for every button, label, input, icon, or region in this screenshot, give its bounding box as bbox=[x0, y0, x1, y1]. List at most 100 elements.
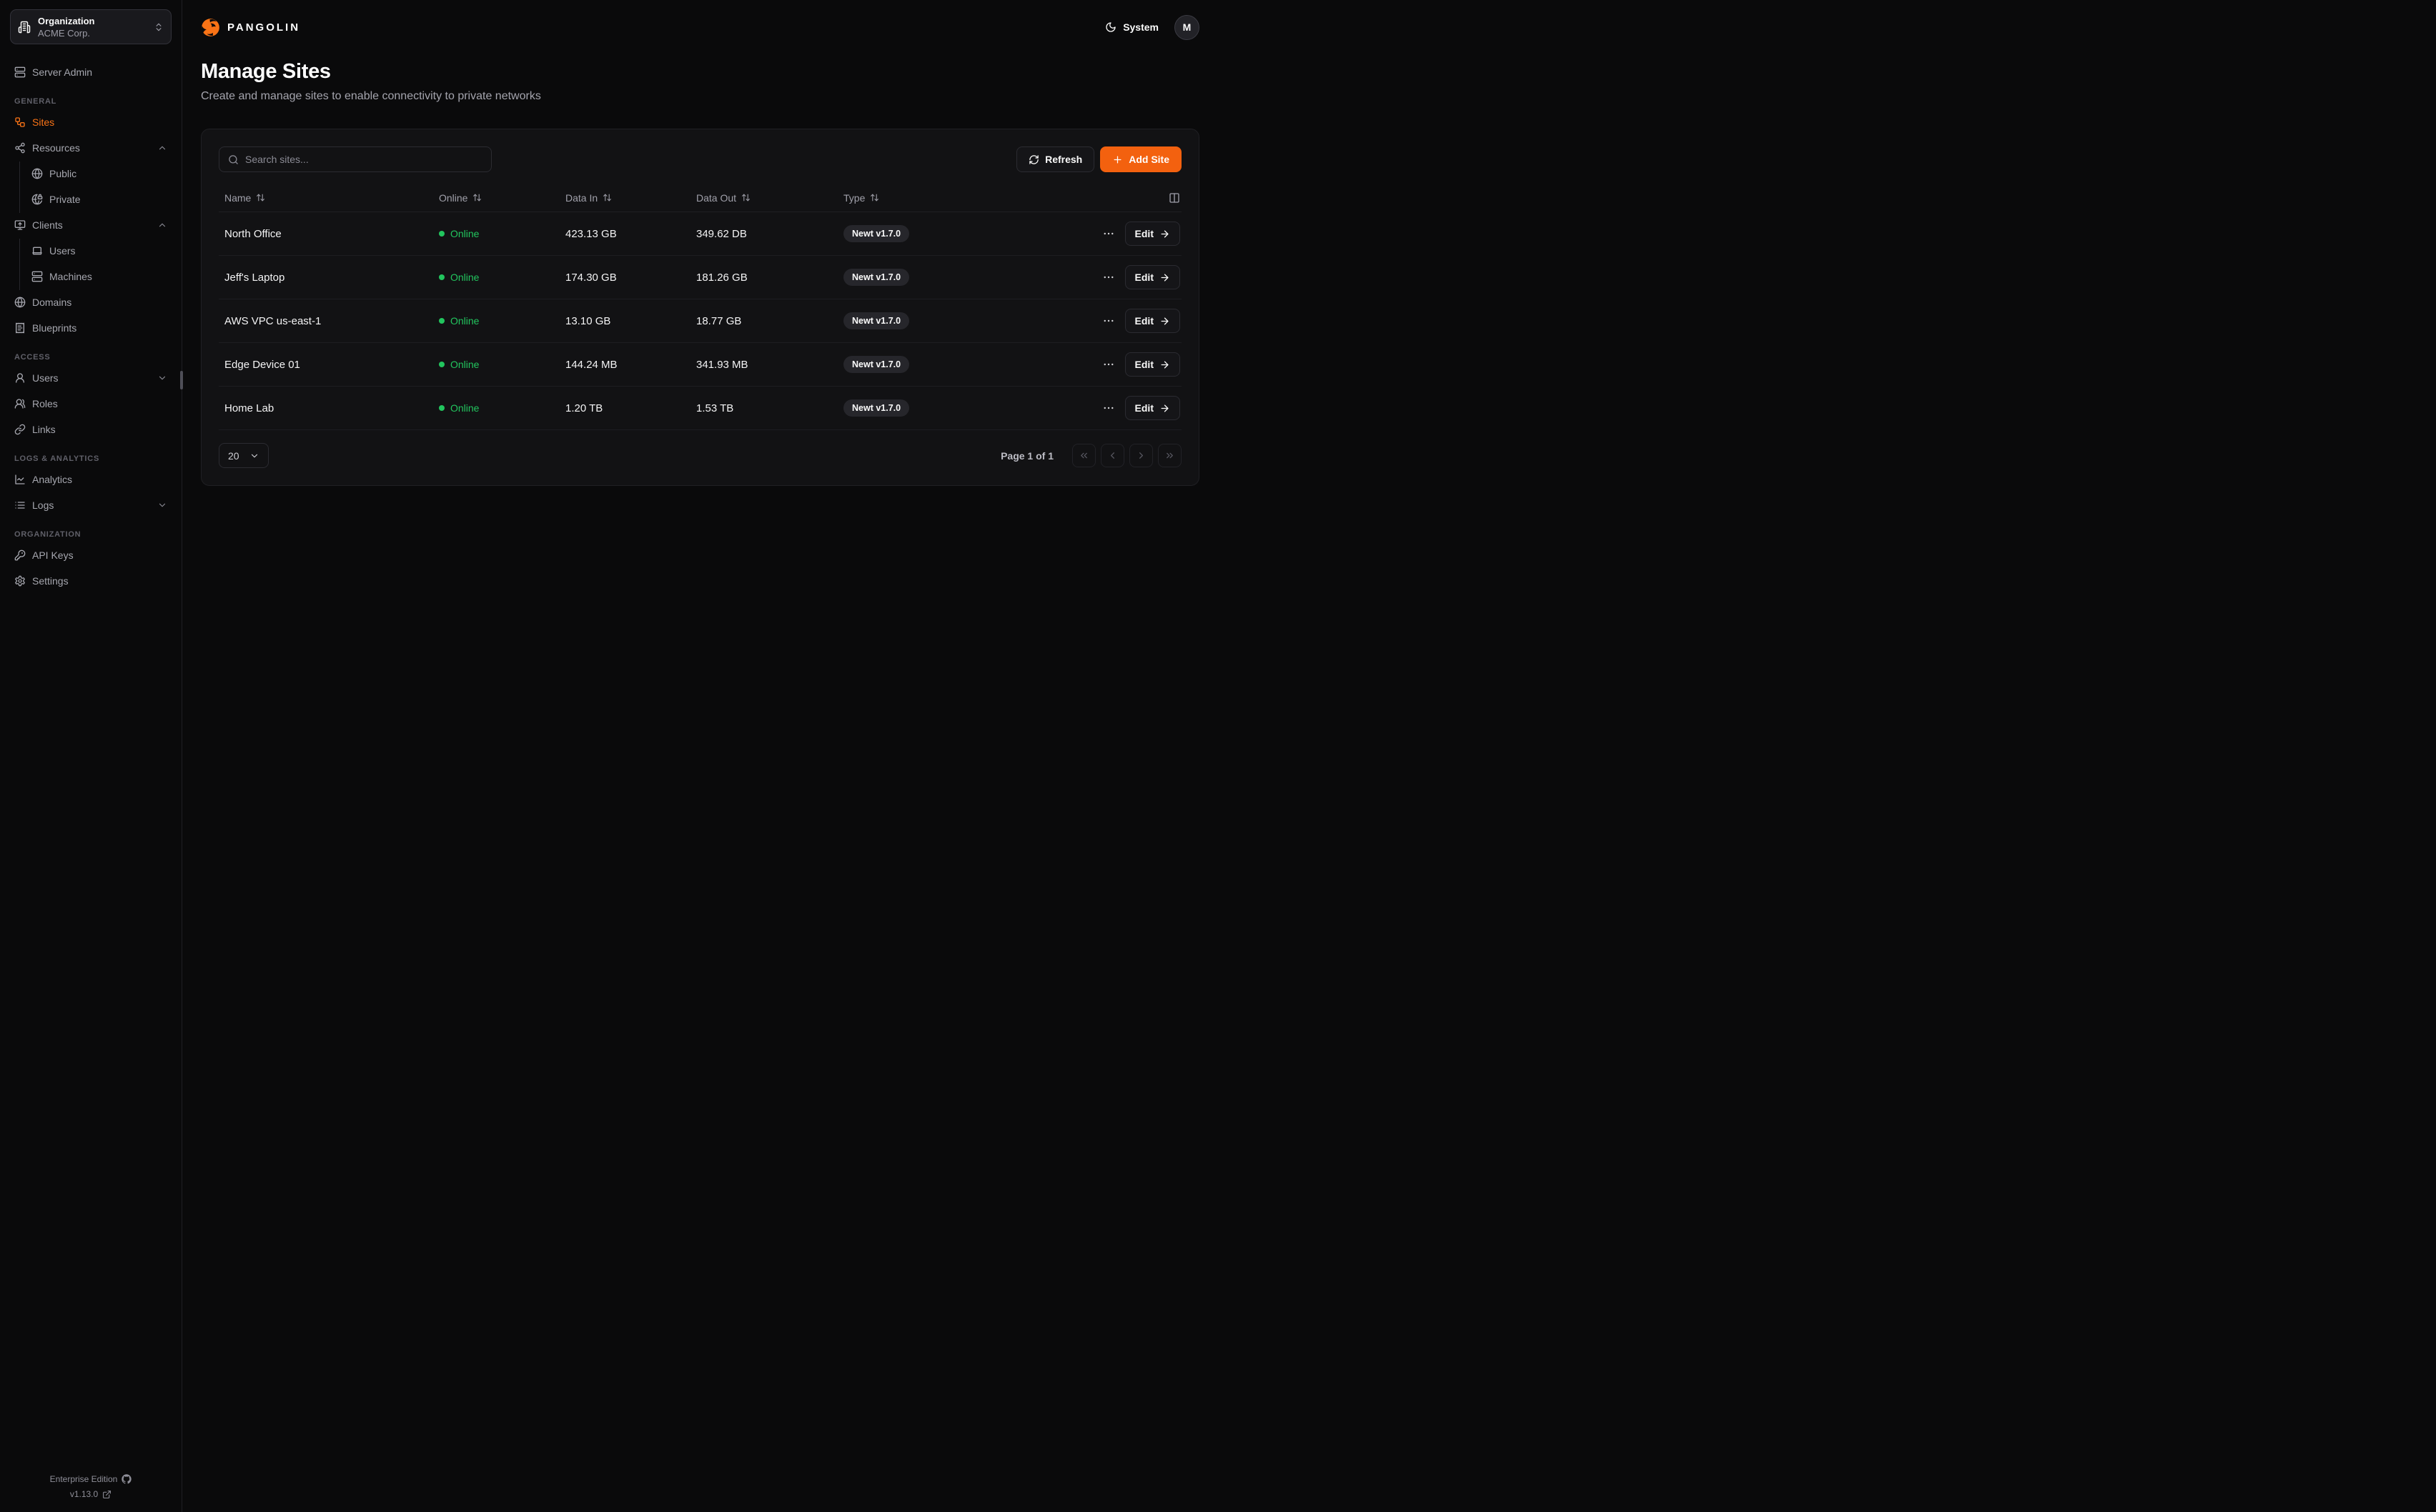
sidebar-item-domains[interactable]: Domains bbox=[10, 290, 172, 314]
arrow-right-icon bbox=[1159, 272, 1170, 283]
sidebar-item-analytics[interactable]: Analytics bbox=[10, 467, 172, 492]
ellipsis-icon bbox=[1102, 314, 1115, 327]
section-access: ACCESS bbox=[10, 353, 172, 362]
resources-subgroup: Public Private bbox=[19, 161, 172, 213]
key-icon bbox=[14, 549, 26, 561]
site-name: North Office bbox=[219, 228, 439, 240]
column-header-data-out[interactable]: Data Out bbox=[696, 192, 843, 204]
pagination: 20 Page 1 of 1 bbox=[219, 443, 1182, 468]
sort-icon bbox=[256, 193, 265, 202]
building-icon bbox=[18, 21, 31, 34]
clients-subgroup: Users Machines bbox=[19, 239, 172, 290]
site-status: Online bbox=[439, 402, 565, 414]
search-icon bbox=[228, 154, 239, 165]
server-icon bbox=[31, 271, 43, 282]
topbar: PANGOLIN System M bbox=[182, 0, 1218, 54]
monitor-up-icon bbox=[14, 219, 26, 231]
column-header-online[interactable]: Online bbox=[439, 192, 565, 204]
site-data-out: 349.62 DB bbox=[696, 228, 843, 240]
user-icon bbox=[14, 372, 26, 384]
site-status: Online bbox=[439, 228, 565, 239]
sidebar-item-clients[interactable]: Clients bbox=[10, 213, 172, 237]
refresh-button[interactable]: Refresh bbox=[1016, 146, 1094, 172]
sidebar-item-private[interactable]: Private bbox=[27, 187, 172, 212]
online-dot bbox=[439, 405, 445, 411]
edit-button[interactable]: Edit bbox=[1125, 309, 1180, 333]
receipt-icon bbox=[14, 322, 26, 334]
column-header-type[interactable]: Type bbox=[843, 192, 1089, 204]
search-input[interactable] bbox=[245, 154, 482, 165]
row-menu-button[interactable] bbox=[1102, 271, 1115, 284]
sidebar-resize-handle[interactable] bbox=[180, 371, 183, 389]
edit-button[interactable]: Edit bbox=[1125, 352, 1180, 377]
sidebar-item-client-users[interactable]: Users bbox=[27, 239, 172, 263]
site-type-badge: Newt v1.7.0 bbox=[843, 356, 909, 373]
pangolin-logo bbox=[201, 18, 220, 37]
brand: PANGOLIN bbox=[201, 18, 300, 37]
site-type-badge: Newt v1.7.0 bbox=[843, 225, 909, 242]
ellipsis-icon bbox=[1102, 227, 1115, 240]
ellipsis-icon bbox=[1102, 271, 1115, 284]
chevrons-left-icon bbox=[1079, 450, 1089, 461]
plus-icon bbox=[1112, 154, 1123, 165]
edit-button[interactable]: Edit bbox=[1125, 396, 1180, 420]
add-site-button[interactable]: Add Site bbox=[1100, 146, 1182, 172]
arrow-right-icon bbox=[1159, 359, 1170, 370]
chevron-up-icon bbox=[157, 143, 167, 153]
column-header-name[interactable]: Name bbox=[219, 192, 439, 204]
sidebar-item-blueprints[interactable]: Blueprints bbox=[10, 316, 172, 340]
site-data-out: 1.53 TB bbox=[696, 402, 843, 414]
sidebar-item-links[interactable]: Links bbox=[10, 417, 172, 442]
sidebar-item-resources[interactable]: Resources bbox=[10, 136, 172, 160]
user-avatar[interactable]: M bbox=[1174, 15, 1199, 40]
toolbar: Refresh Add Site bbox=[219, 146, 1182, 172]
sidebar-item-sites[interactable]: Sites bbox=[10, 110, 172, 134]
sidebar-item-settings[interactable]: Settings bbox=[10, 569, 172, 593]
sidebar-item-roles[interactable]: Roles bbox=[10, 392, 172, 416]
edit-button[interactable]: Edit bbox=[1125, 222, 1180, 246]
page-label: Page 1 of 1 bbox=[1001, 450, 1054, 462]
sidebar-item-public[interactable]: Public bbox=[27, 161, 172, 186]
external-link-icon bbox=[102, 1490, 112, 1499]
table-row: North Office Online 423.13 GB 349.62 DB … bbox=[219, 212, 1182, 256]
prev-page-button[interactable] bbox=[1101, 444, 1124, 467]
site-data-in: 13.10 GB bbox=[565, 315, 696, 327]
row-menu-button[interactable] bbox=[1102, 402, 1115, 414]
edition-link[interactable]: Enterprise Edition bbox=[50, 1474, 132, 1484]
table-header: Name Online Data In Data Out Type bbox=[219, 184, 1182, 212]
column-toggle-button[interactable] bbox=[1167, 192, 1182, 204]
theme-toggle[interactable]: System bbox=[1105, 21, 1159, 33]
column-header-data-in[interactable]: Data In bbox=[565, 192, 696, 204]
online-dot bbox=[439, 274, 445, 280]
site-name: Jeff's Laptop bbox=[219, 272, 439, 284]
site-data-in: 174.30 GB bbox=[565, 272, 696, 284]
sort-icon bbox=[870, 193, 879, 202]
next-page-button[interactable] bbox=[1129, 444, 1153, 467]
sort-icon bbox=[741, 193, 751, 202]
row-menu-button[interactable] bbox=[1102, 227, 1115, 240]
edit-button[interactable]: Edit bbox=[1125, 265, 1180, 289]
row-menu-button[interactable] bbox=[1102, 358, 1115, 371]
users-icon bbox=[14, 398, 26, 409]
sidebar-item-api-keys[interactable]: API Keys bbox=[10, 543, 172, 567]
org-label: Organization bbox=[38, 16, 147, 26]
last-page-button[interactable] bbox=[1158, 444, 1182, 467]
main-content: PANGOLIN System M Manage Sites Create an… bbox=[182, 0, 1218, 486]
sidebar: Organization ACME Corp. Server Admin GEN… bbox=[0, 0, 182, 1512]
version-link[interactable]: v1.13.0 bbox=[70, 1489, 112, 1499]
sidebar-item-server-admin[interactable]: Server Admin bbox=[10, 60, 172, 84]
site-data-out: 341.93 MB bbox=[696, 359, 843, 371]
globe-lock-icon bbox=[31, 194, 43, 205]
sidebar-item-logs[interactable]: Logs bbox=[10, 493, 172, 517]
organization-switcher[interactable]: Organization ACME Corp. bbox=[10, 9, 172, 44]
first-page-button[interactable] bbox=[1072, 444, 1096, 467]
server-icon bbox=[14, 66, 26, 78]
list-icon bbox=[14, 499, 26, 511]
row-menu-button[interactable] bbox=[1102, 314, 1115, 327]
sidebar-item-users[interactable]: Users bbox=[10, 366, 172, 390]
share-icon bbox=[14, 142, 26, 154]
page-size-select[interactable]: 20 bbox=[219, 443, 269, 468]
site-name: Edge Device 01 bbox=[219, 359, 439, 371]
chevron-left-icon bbox=[1107, 450, 1118, 461]
sidebar-item-machines[interactable]: Machines bbox=[27, 264, 172, 289]
